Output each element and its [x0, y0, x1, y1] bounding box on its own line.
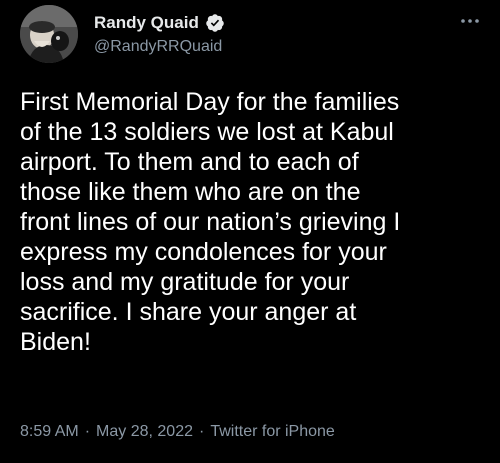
meta-separator: ·: [198, 423, 205, 440]
more-options-icon: [461, 19, 479, 23]
avatar-photo: [20, 5, 78, 63]
more-options-button[interactable]: [458, 14, 482, 28]
handle[interactable]: @RandyRRQuaid: [94, 38, 225, 56]
display-name[interactable]: Randy Quaid: [94, 13, 199, 33]
verified-badge-icon: [205, 13, 225, 33]
tweet-meta: 8:59 AM · May 28, 2022 · Twitter for iPh…: [20, 423, 335, 441]
avatar[interactable]: [20, 5, 78, 63]
tweet-date[interactable]: May 28, 2022: [96, 423, 193, 441]
author-info: Randy Quaid @RandyRRQuaid: [94, 11, 225, 56]
tweet-text: First Memorial Day for the families of t…: [20, 88, 401, 356]
tweet-time[interactable]: 8:59 AM: [20, 423, 79, 441]
tweet-source[interactable]: Twitter for iPhone: [210, 423, 335, 441]
name-row: Randy Quaid: [94, 11, 225, 35]
tweet-card: Randy Quaid @RandyRRQuaid First Memorial…: [0, 0, 500, 463]
meta-separator: ·: [84, 423, 91, 440]
